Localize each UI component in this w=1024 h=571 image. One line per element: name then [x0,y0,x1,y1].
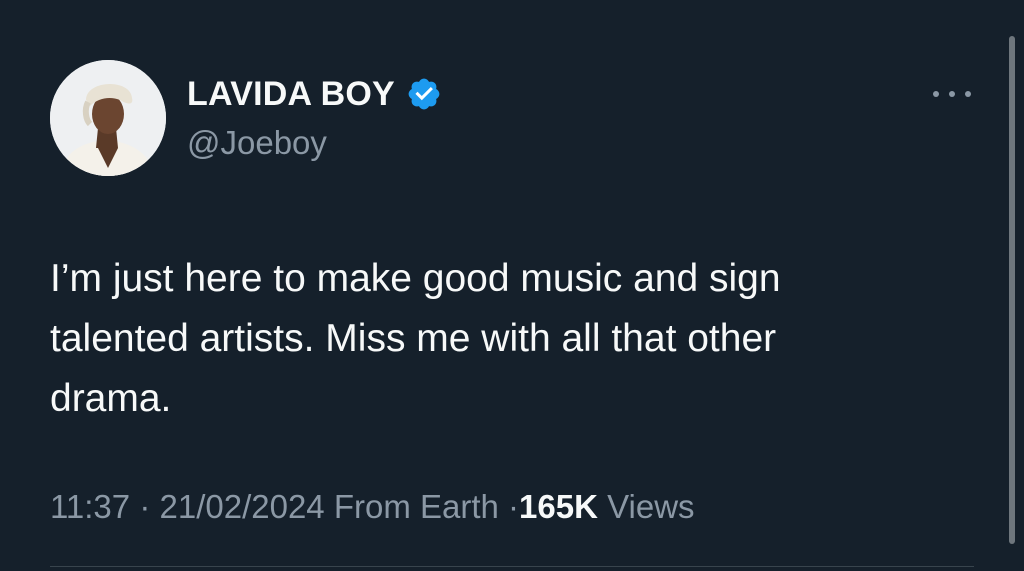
author-display-name[interactable]: LAVIDA BOY [187,75,395,114]
more-dot [949,91,955,97]
scrollbar[interactable] [1009,36,1015,544]
tweet-meta: 11:37 · 21/02/2024 From Earth ·165K View… [50,488,695,526]
avatar-image [50,60,166,176]
more-dot [965,91,971,97]
meta-separator: · [508,488,520,525]
tweet-text: I’m just here to make good music and sig… [50,257,781,420]
avatar[interactable] [50,60,166,176]
tweet-card: LAVIDA BOY @Joeboy I’m just here to make… [0,0,1024,571]
more-dot [933,91,939,97]
meta-separator: · [139,488,151,525]
author-handle[interactable]: @Joeboy [187,124,327,162]
tweet-source: From Earth [333,488,499,525]
views-count[interactable]: 165K [519,488,598,525]
more-options-icon[interactable] [930,80,974,108]
verified-badge-icon [406,76,442,112]
tweet-date[interactable]: 21/02/2024 [159,488,324,525]
views-label[interactable]: Views [607,488,694,525]
tweet-time[interactable]: 11:37 [50,488,130,525]
author-name-row[interactable]: LAVIDA BOY [187,72,442,116]
divider [50,566,974,567]
